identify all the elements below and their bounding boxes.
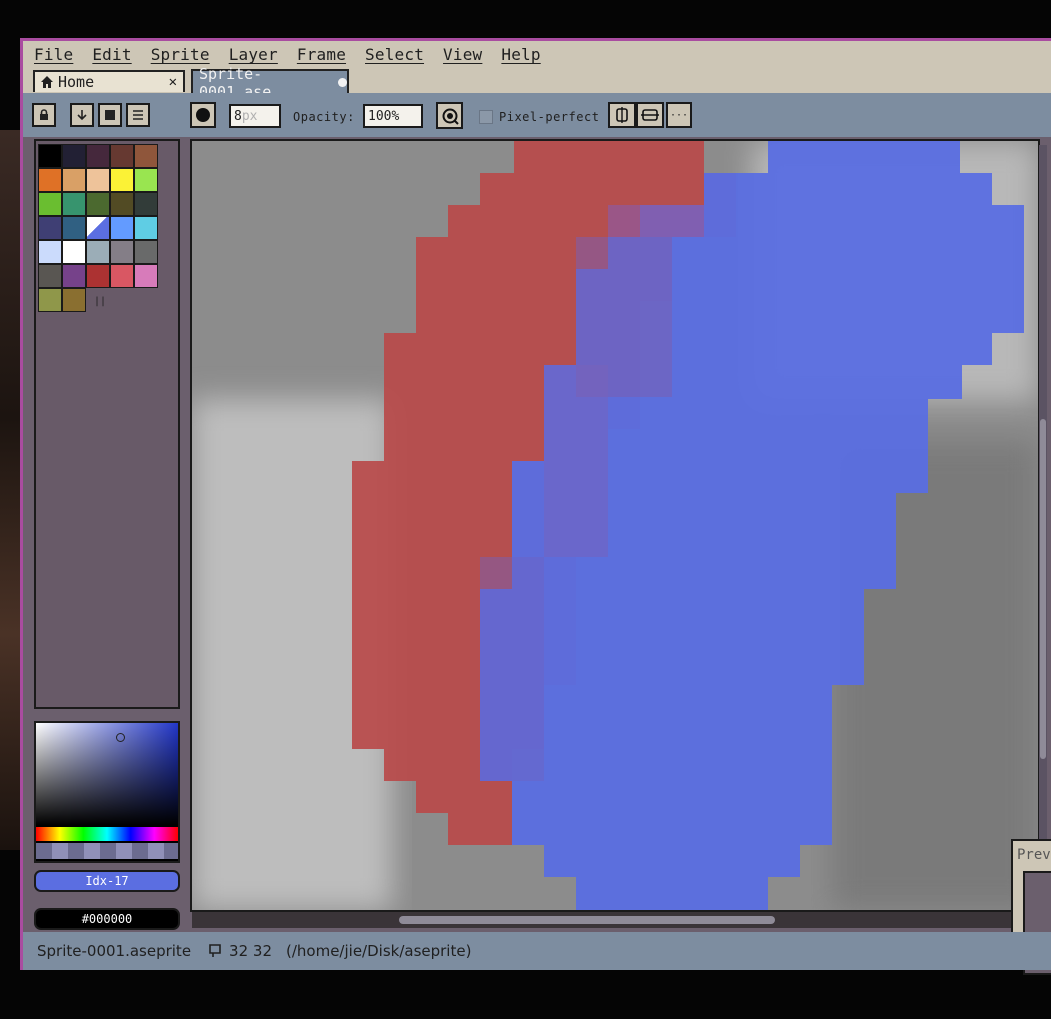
status-size: 32 32: [229, 942, 272, 960]
horizontal-scrollbar[interactable]: [192, 912, 1040, 928]
aseprite-window: File Edit Sprite Layer Frame Select View…: [20, 38, 1051, 975]
palette-swatch[interactable]: [134, 216, 158, 240]
palette-swatch[interactable]: [38, 264, 62, 288]
sv-cursor[interactable]: [116, 733, 125, 742]
down-arrow-icon[interactable]: [70, 103, 94, 127]
close-icon[interactable]: ✕: [169, 74, 177, 90]
palette-swatch[interactable]: [86, 240, 110, 264]
palette-swatch[interactable]: [110, 216, 134, 240]
palette-swatch[interactable]: [38, 216, 62, 240]
vertical-scrollbar[interactable]: [1039, 145, 1047, 910]
desktop-background: [0, 130, 22, 850]
palette-swatch[interactable]: [38, 144, 62, 168]
menu-icon[interactable]: [126, 103, 150, 127]
alpha-slider[interactable]: [36, 843, 178, 859]
palette-swatch[interactable]: [62, 144, 86, 168]
palette-swatch[interactable]: [38, 288, 62, 312]
menu-select[interactable]: Select: [354, 45, 432, 64]
symmetry-y-icon[interactable]: [636, 102, 664, 128]
menu-view[interactable]: View: [432, 45, 490, 64]
ink-icon[interactable]: [436, 102, 463, 129]
palette-swatch[interactable]: [134, 264, 158, 288]
horizontal-scroll-thumb[interactable]: [399, 916, 775, 924]
palette-swatch[interactable]: [62, 240, 86, 264]
canvas-drawing: [192, 141, 1038, 910]
palette-swatch[interactable]: [62, 288, 86, 312]
lock-icon[interactable]: [32, 103, 56, 127]
menu-file[interactable]: File: [23, 45, 81, 64]
palette-swatch[interactable]: [110, 168, 134, 192]
background-color-button[interactable]: #000000: [34, 908, 180, 930]
square-icon[interactable]: [98, 103, 122, 127]
palette-swatch[interactable]: [110, 144, 134, 168]
tab-bar: Home ✕ Sprite-0001.ase: [23, 65, 1051, 101]
palette-swatch[interactable]: [134, 144, 158, 168]
menu-sprite[interactable]: Sprite: [140, 45, 218, 64]
hue-slider[interactable]: [36, 827, 178, 841]
vertical-scroll-thumb[interactable]: [1040, 419, 1046, 759]
canvas-size-icon: [209, 944, 221, 957]
palette-swatch[interactable]: [62, 168, 86, 192]
tab-sprite[interactable]: Sprite-0001.ase: [191, 65, 349, 101]
palette-swatch[interactable]: [86, 192, 110, 216]
symmetry-x-icon[interactable]: [608, 102, 636, 128]
brush-size-value: 8: [234, 108, 242, 124]
palette-swatch[interactable]: [86, 264, 110, 288]
opacity-label: Opacity:: [293, 110, 355, 124]
tab-home[interactable]: Home ✕: [33, 70, 185, 92]
palette-swatch[interactable]: [38, 240, 62, 264]
status-path: (/home/jie/Disk/aseprite): [286, 942, 472, 960]
opacity-field[interactable]: 100%: [363, 104, 423, 128]
palette-swatch[interactable]: [134, 168, 158, 192]
palette-swatch[interactable]: [110, 192, 134, 216]
palette-swatch[interactable]: [86, 144, 110, 168]
brush-size-unit: px: [241, 108, 258, 124]
palette-swatch[interactable]: [62, 192, 86, 216]
palette-resize-handle[interactable]: ||: [94, 296, 106, 307]
palette-swatch[interactable]: [62, 264, 86, 288]
palette-panel: ||: [34, 139, 180, 709]
more-options-button[interactable]: ···: [666, 102, 692, 128]
menu-edit[interactable]: Edit: [81, 45, 139, 64]
modified-dot-icon[interactable]: [338, 78, 347, 87]
menu-frame[interactable]: Frame: [286, 45, 354, 64]
home-icon: [41, 76, 53, 88]
circle-brush-icon[interactable]: [190, 102, 216, 128]
sprite-canvas[interactable]: [190, 139, 1040, 912]
tab-home-label: Home: [58, 73, 95, 91]
palette-swatch[interactable]: [134, 240, 158, 264]
pixel-perfect-checkbox[interactable]: [479, 110, 493, 124]
saturation-value-box[interactable]: [36, 723, 178, 825]
palette-swatch[interactable]: [86, 168, 110, 192]
palette-swatch[interactable]: [38, 168, 62, 192]
foreground-color-button[interactable]: Idx-17: [34, 870, 180, 892]
preview-title: Prev: [1017, 847, 1051, 863]
context-bar: 8 px Opacity: 100% Pixel-perfect ···: [23, 97, 1051, 137]
status-filename: Sprite-0001.aseprite: [37, 942, 192, 960]
palette-swatch[interactable]: [86, 216, 110, 240]
background-color-label: #000000: [81, 912, 133, 926]
pixel-perfect-label: Pixel-perfect: [499, 110, 600, 124]
palette-swatch[interactable]: [62, 216, 86, 240]
palette-swatch[interactable]: [110, 264, 134, 288]
menu-help[interactable]: Help: [490, 45, 548, 64]
menu-bar: File Edit Sprite Layer Frame Select View…: [23, 41, 1051, 68]
status-bar: Sprite-0001.aseprite 32 32 (/home/jie/Di…: [23, 932, 1051, 970]
palette-swatch[interactable]: [38, 192, 62, 216]
palette-swatch[interactable]: [134, 192, 158, 216]
brush-size-field[interactable]: 8 px: [229, 104, 281, 128]
foreground-color-label: Idx-17: [85, 874, 129, 888]
palette-swatch[interactable]: [110, 240, 134, 264]
menu-layer[interactable]: Layer: [218, 45, 286, 64]
color-picker: [34, 721, 180, 863]
